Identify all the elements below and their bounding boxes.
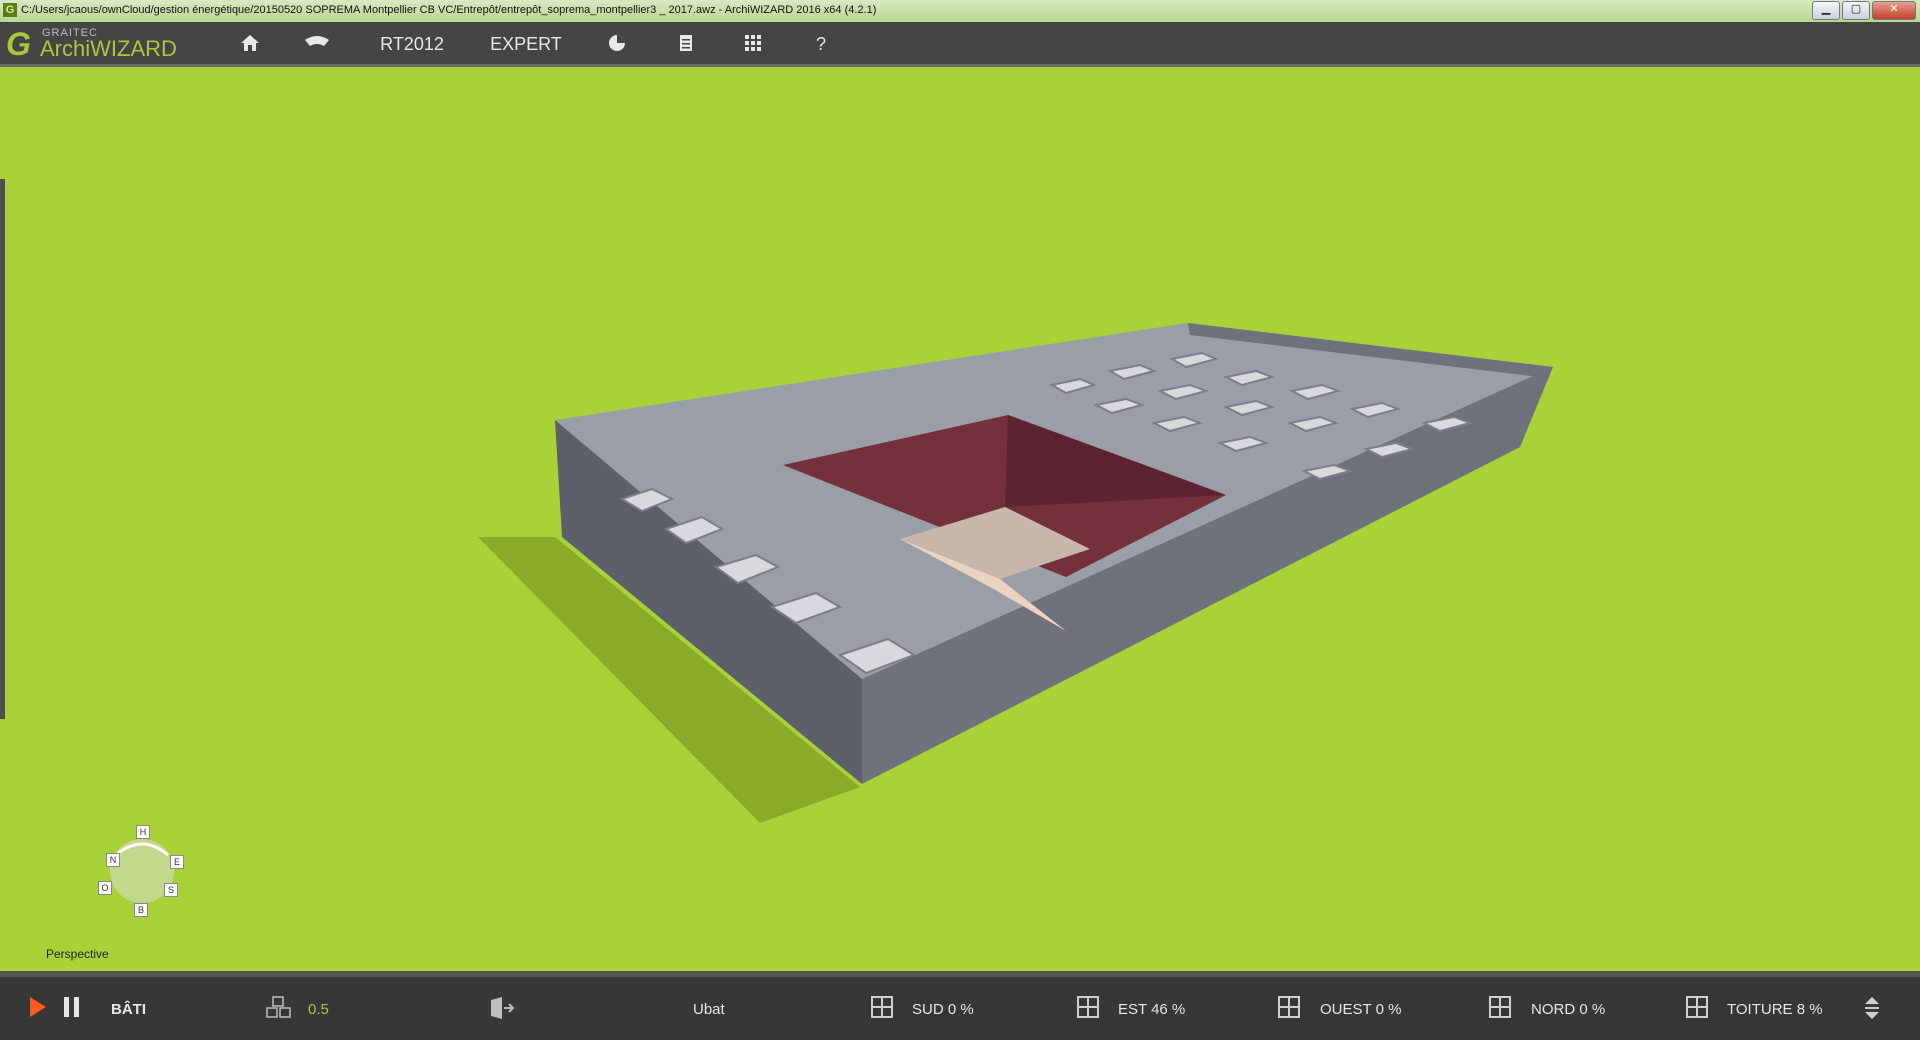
- menu-apps[interactable]: [740, 32, 766, 56]
- home-icon: [241, 35, 259, 51]
- document-icon: [680, 35, 692, 51]
- grid-icon: [745, 35, 761, 51]
- menu-home[interactable]: [236, 32, 264, 56]
- building-3d-scene[interactable]: [0, 67, 1920, 971]
- ubat-label[interactable]: Ubat: [693, 1001, 725, 1018]
- maximize-button[interactable]: ▢: [1842, 1, 1870, 20]
- logo-product: ArchiWIZARD: [40, 36, 177, 61]
- menu-view[interactable]: [302, 32, 332, 56]
- minimize-button[interactable]: ▁: [1812, 1, 1840, 20]
- orientation-toiture[interactable]: TOITURE 8 %: [1727, 1001, 1823, 1018]
- scale-value[interactable]: 0.5: [308, 1001, 329, 1018]
- compass-bottom[interactable]: B: [134, 903, 148, 917]
- window-est-icon: [1077, 996, 1099, 1018]
- menu-results[interactable]: [604, 32, 630, 56]
- compass-north[interactable]: N: [106, 853, 120, 867]
- window-nord-icon: [1489, 996, 1511, 1018]
- view-compass[interactable]: H N E O S B: [96, 825, 191, 917]
- mode-label: BÂTI: [111, 1001, 146, 1018]
- graitec-g-logo-icon: G: [6, 26, 31, 62]
- main-menu-bar: G GRAITEC ArchiWIZARD RT2012 EXPERT ?: [0, 22, 1920, 67]
- compass-west[interactable]: O: [98, 881, 112, 895]
- view-mode-label: Perspective: [46, 947, 109, 961]
- orientation-nord[interactable]: NORD 0 %: [1531, 1001, 1605, 1018]
- expand-collapse-icon[interactable]: [1862, 995, 1882, 1021]
- compass-south[interactable]: S: [164, 883, 178, 897]
- compass-east[interactable]: E: [170, 855, 184, 869]
- orientation-ouest[interactable]: OUEST 0 %: [1320, 1001, 1401, 1018]
- orientation-sud[interactable]: SUD 0 %: [912, 1001, 974, 1018]
- export-icon[interactable]: [488, 995, 516, 1021]
- menu-help[interactable]: ?: [808, 32, 834, 56]
- menu-report[interactable]: [674, 32, 698, 56]
- compass-top[interactable]: H: [136, 825, 150, 839]
- bottom-status-bar: BÂTI 0.5 Ubat SUD 0 % EST 46 % OUEST 0 %…: [0, 971, 1920, 1040]
- cubes-icon[interactable]: [264, 995, 294, 1021]
- orientation-est[interactable]: EST 46 %: [1118, 1001, 1185, 1018]
- window-sud-icon: [871, 996, 893, 1018]
- window-controls: ▁ ▢ ✕: [1812, 1, 1916, 20]
- menu-expert[interactable]: EXPERT: [488, 32, 564, 56]
- window-ouest-icon: [1278, 996, 1300, 1018]
- play-icon[interactable]: [26, 995, 50, 1019]
- close-button[interactable]: ✕: [1872, 1, 1916, 20]
- window-title-bar: G C:/Users/jcaous/ownCloud/gestion énerg…: [0, 0, 1920, 23]
- 3d-viewport[interactable]: H N E O S B Perspective: [0, 67, 1920, 971]
- app-icon: G: [3, 3, 17, 17]
- window-toiture-icon: [1686, 996, 1708, 1018]
- pie-chart-icon: [609, 35, 625, 51]
- eye-icon: [305, 36, 329, 46]
- archiwizard-logo[interactable]: G GRAITEC ArchiWIZARD: [6, 26, 196, 62]
- pause-icon[interactable]: [62, 995, 82, 1019]
- window-title: C:/Users/jcaous/ownCloud/gestion énergét…: [21, 4, 877, 16]
- menu-rt2012[interactable]: RT2012: [372, 32, 452, 56]
